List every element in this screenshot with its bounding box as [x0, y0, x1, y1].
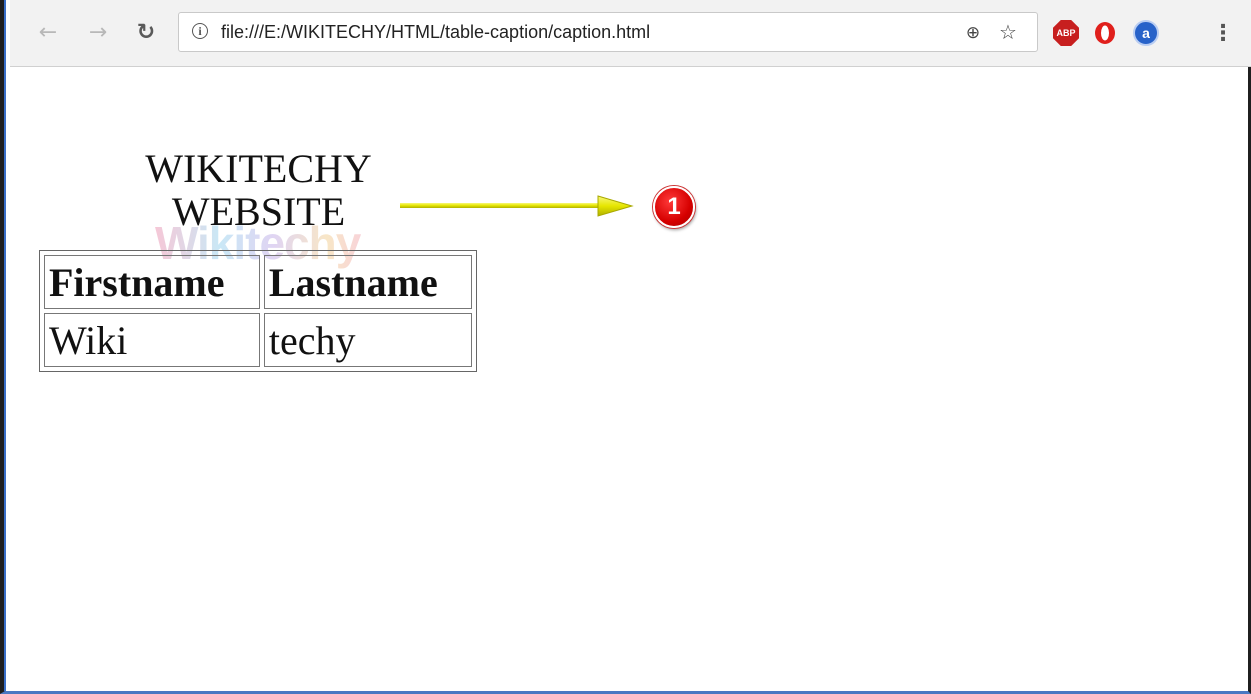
url-text[interactable]: file:///E:/WIKITECHY/HTML/table-caption/… [221, 22, 650, 43]
table-caption: WIKITECHY WEBSITE [40, 147, 477, 233]
annotation-number-badge: 1 [653, 186, 695, 228]
table-header-row: Firstname Lastname [44, 255, 472, 309]
bookmark-star-icon[interactable]: ☆ [997, 20, 1019, 44]
address-bar[interactable]: i file:///E:/WIKITECHY/HTML/table-captio… [178, 12, 1038, 52]
cell-firstname: Wiki [44, 313, 260, 367]
header-firstname: Firstname [44, 255, 260, 309]
cell-lastname: techy [263, 313, 472, 367]
extension-a-label: a [1142, 25, 1150, 41]
extension-a-icon[interactable]: a [1133, 20, 1159, 46]
adblock-label: ABP [1056, 28, 1076, 38]
adblock-plus-icon[interactable]: ABP [1053, 20, 1079, 46]
annotation-arrow-icon [400, 195, 634, 217]
zoom-icon[interactable]: ⊕ [963, 23, 983, 43]
data-table: Firstname Lastname Wiki techy [39, 250, 477, 372]
table-row: Wiki techy [44, 313, 472, 367]
info-icon[interactable]: i [192, 23, 208, 39]
kebab-menu-icon[interactable]: ⋮ [1212, 21, 1234, 46]
back-arrow-icon[interactable]: ← [34, 18, 62, 46]
forward-arrow-icon[interactable]: → [84, 18, 112, 46]
browser-toolbar: ← → ↻ i file:///E:/WIKITECHY/HTML/table-… [10, 0, 1251, 67]
caption-line-1: WIKITECHY [145, 146, 372, 191]
opera-extension-icon[interactable] [1093, 20, 1117, 46]
header-lastname: Lastname [263, 255, 472, 309]
reload-icon[interactable]: ↻ [132, 18, 160, 46]
